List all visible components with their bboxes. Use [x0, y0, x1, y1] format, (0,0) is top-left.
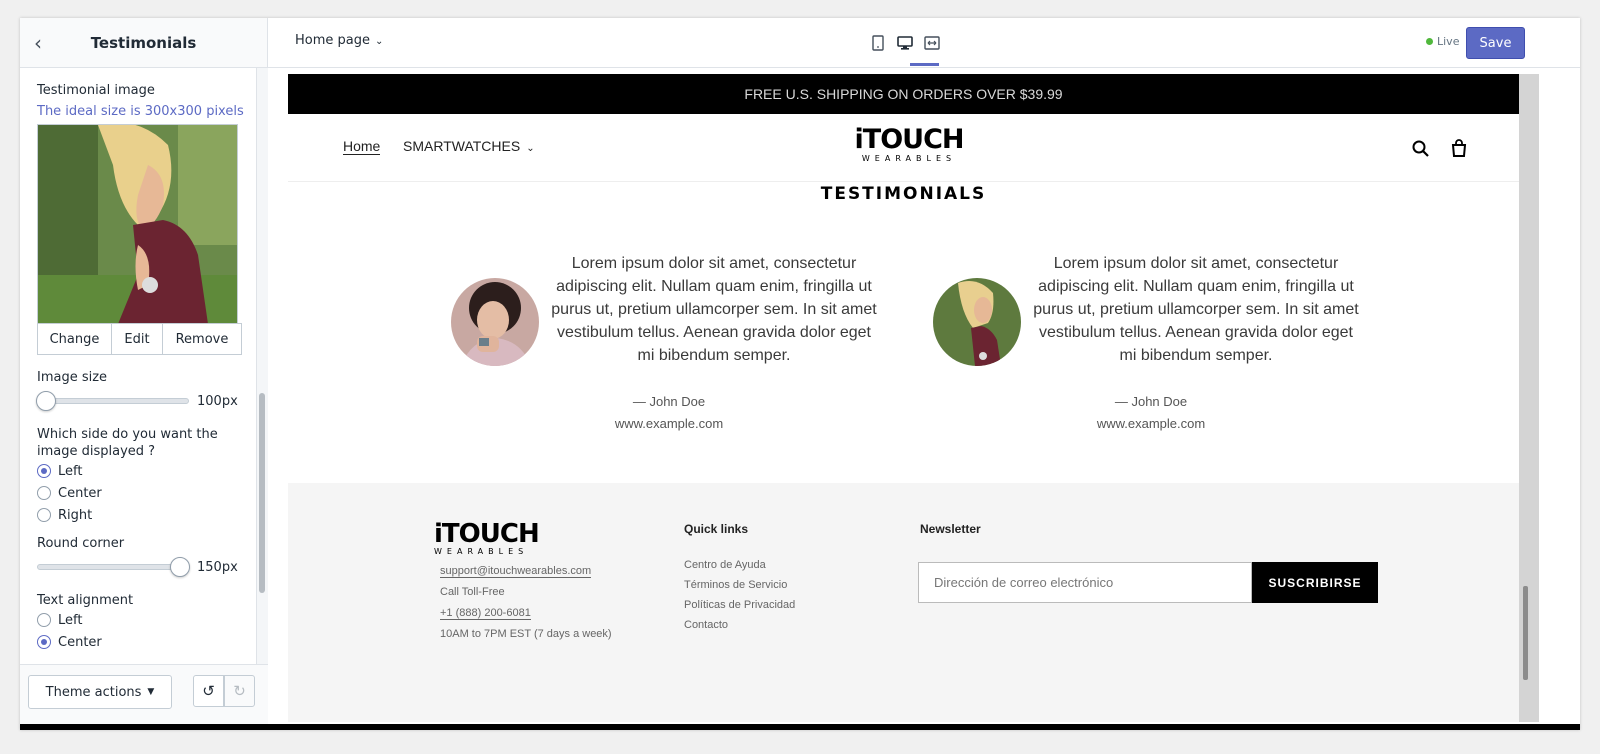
edit-image-button[interactable]: Edit — [112, 324, 163, 354]
redo-icon[interactable]: ↻ — [224, 675, 255, 707]
text-alignment-label: Text alignment — [37, 593, 134, 608]
nav-link-smartwatches[interactable]: SMARTWATCHES ⌄ — [403, 138, 535, 154]
round-corner-value: 150px — [197, 559, 238, 575]
chevron-down-icon: ⌄ — [526, 143, 535, 154]
live-status: Live — [1426, 35, 1459, 48]
support-email-link[interactable]: support@itouchwearables.com — [440, 565, 592, 578]
image-size-value: 100px — [197, 393, 238, 409]
footer-link-contact[interactable]: Contacto — [684, 619, 728, 631]
hours-text: 10AM to 7PM EST (7 days a week) — [440, 628, 612, 640]
image-size-label: Image size — [37, 370, 108, 385]
image-size-hint: The ideal size is 300x300 pixels — [37, 104, 244, 119]
image-side-label: Which side do you want the image display… — [37, 427, 218, 459]
newsletter-email-input[interactable]: Dirección de correo electrónico — [918, 562, 1252, 603]
radio-icon[interactable] — [37, 613, 51, 627]
round-corner-slider-row: 150px — [37, 556, 256, 578]
radio-selected-icon[interactable] — [37, 464, 51, 478]
sidebar-footer: Theme actions ▼ ↺ ↻ — [20, 664, 268, 724]
testimonial-quote: Lorem ipsum dolor sit amet, consectetur … — [551, 255, 877, 364]
round-corner-slider-handle[interactable] — [170, 557, 190, 577]
testimonial-author: — John Doe — [632, 394, 706, 409]
testimonial-quote: Lorem ipsum dolor sit amet, consectetur … — [1033, 255, 1359, 364]
testimonial-avatar — [451, 278, 539, 366]
announcement-bar[interactable]: FREE U.S. SHIPPING ON ORDERS OVER $39.99 — [288, 74, 1519, 114]
align-option-center[interactable]: Center — [37, 631, 256, 653]
testimonial-website[interactable]: www.example.com — [451, 416, 887, 431]
sidebar-scrollbar[interactable] — [256, 68, 268, 664]
nav-link-home[interactable]: Home — [343, 138, 381, 155]
round-corner-label: Round corner — [37, 536, 125, 551]
side-option-right[interactable]: Right — [37, 504, 256, 526]
remove-image-button[interactable]: Remove — [163, 324, 241, 354]
store-preview: FREE U.S. SHIPPING ON ORDERS OVER $39.99… — [288, 74, 1539, 722]
align-option-left[interactable]: Left — [37, 609, 256, 631]
search-icon[interactable] — [1412, 140, 1430, 163]
testimonial-avatar — [933, 278, 1021, 366]
theme-actions-button[interactable]: Theme actions ▼ — [28, 675, 172, 709]
subscribe-button[interactable]: SUSCRIBIRSE — [1252, 562, 1378, 603]
radio-selected-icon[interactable] — [37, 635, 51, 649]
sidebar-header: ‹ Testimonials — [20, 18, 267, 68]
side-option-left[interactable]: Left — [37, 460, 256, 482]
back-icon[interactable]: ‹ — [20, 31, 56, 55]
sidebar-content: Testimonial image The ideal size is 300x… — [20, 68, 256, 664]
active-view-indicator — [910, 63, 939, 66]
call-label: Call Toll-Free — [440, 586, 505, 598]
round-corner-slider[interactable] — [37, 557, 190, 577]
testimonial-website[interactable]: www.example.com — [933, 416, 1369, 431]
footer-link-terms[interactable]: Términos de Servicio — [684, 579, 787, 591]
quick-links-title: Quick links — [684, 522, 749, 536]
fullscreen-view-icon[interactable] — [921, 32, 943, 54]
sidebar-scroll-thumb[interactable] — [259, 393, 265, 593]
caret-down-icon: ▼ — [147, 687, 155, 697]
footer-logo[interactable]: iTOUCH WEARABLES — [434, 521, 544, 556]
editor-topbar: Home page ⌄ Live Save — [268, 18, 1580, 68]
sidebar-title: Testimonials — [90, 33, 197, 52]
image-size-slider-row: 100px — [36, 390, 256, 412]
phone-link[interactable]: +1 (888) 200-6081 — [440, 607, 531, 620]
store-header: Home SMARTWATCHES ⌄ iTOUCH WEARABLES — [288, 114, 1519, 182]
testimonial-card: Lorem ipsum dolor sit amet, consectetur … — [933, 252, 1369, 442]
testimonial-card: Lorem ipsum dolor sit amet, consectetur … — [451, 252, 887, 442]
testimonial-image-label: Testimonial image — [37, 83, 155, 98]
image-size-slider-handle[interactable] — [36, 391, 56, 411]
image-size-slider[interactable] — [36, 391, 189, 411]
change-image-button[interactable]: Change — [38, 324, 112, 354]
chevron-down-icon: ⌄ — [375, 36, 384, 47]
store-logo[interactable]: iTOUCH WEARABLES — [849, 126, 969, 164]
side-option-center[interactable]: Center — [37, 482, 256, 504]
save-button[interactable]: Save — [1466, 27, 1525, 59]
undo-icon[interactable]: ↺ — [193, 675, 224, 707]
testimonial-image-preview — [37, 124, 238, 323]
testimonial-author: — John Doe — [1114, 394, 1188, 409]
settings-sidebar: ‹ Testimonials Testimonial image The ide… — [20, 18, 268, 730]
radio-icon[interactable] — [37, 486, 51, 500]
store-footer: iTOUCH WEARABLES support@itouchwearables… — [288, 483, 1519, 722]
desktop-view-icon[interactable] — [894, 32, 916, 54]
live-dot-icon — [1426, 38, 1433, 45]
mobile-view-icon[interactable] — [867, 32, 889, 54]
theme-editor: ‹ Testimonials Testimonial image The ide… — [20, 18, 1580, 730]
preview-scrollbar[interactable] — [1519, 74, 1539, 722]
preview-scroll-thumb[interactable] — [1523, 586, 1528, 680]
cart-icon[interactable] — [1450, 139, 1468, 163]
image-actions: Change Edit Remove — [37, 323, 242, 355]
radio-icon[interactable] — [37, 508, 51, 522]
footer-link-help[interactable]: Centro de Ayuda — [684, 559, 766, 571]
testimonials-title: TESTIMONIALS — [820, 184, 987, 204]
footer-link-privacy[interactable]: Políticas de Privacidad — [684, 599, 795, 611]
page-selector[interactable]: Home page ⌄ — [295, 33, 383, 48]
newsletter-title: Newsletter — [920, 522, 981, 536]
